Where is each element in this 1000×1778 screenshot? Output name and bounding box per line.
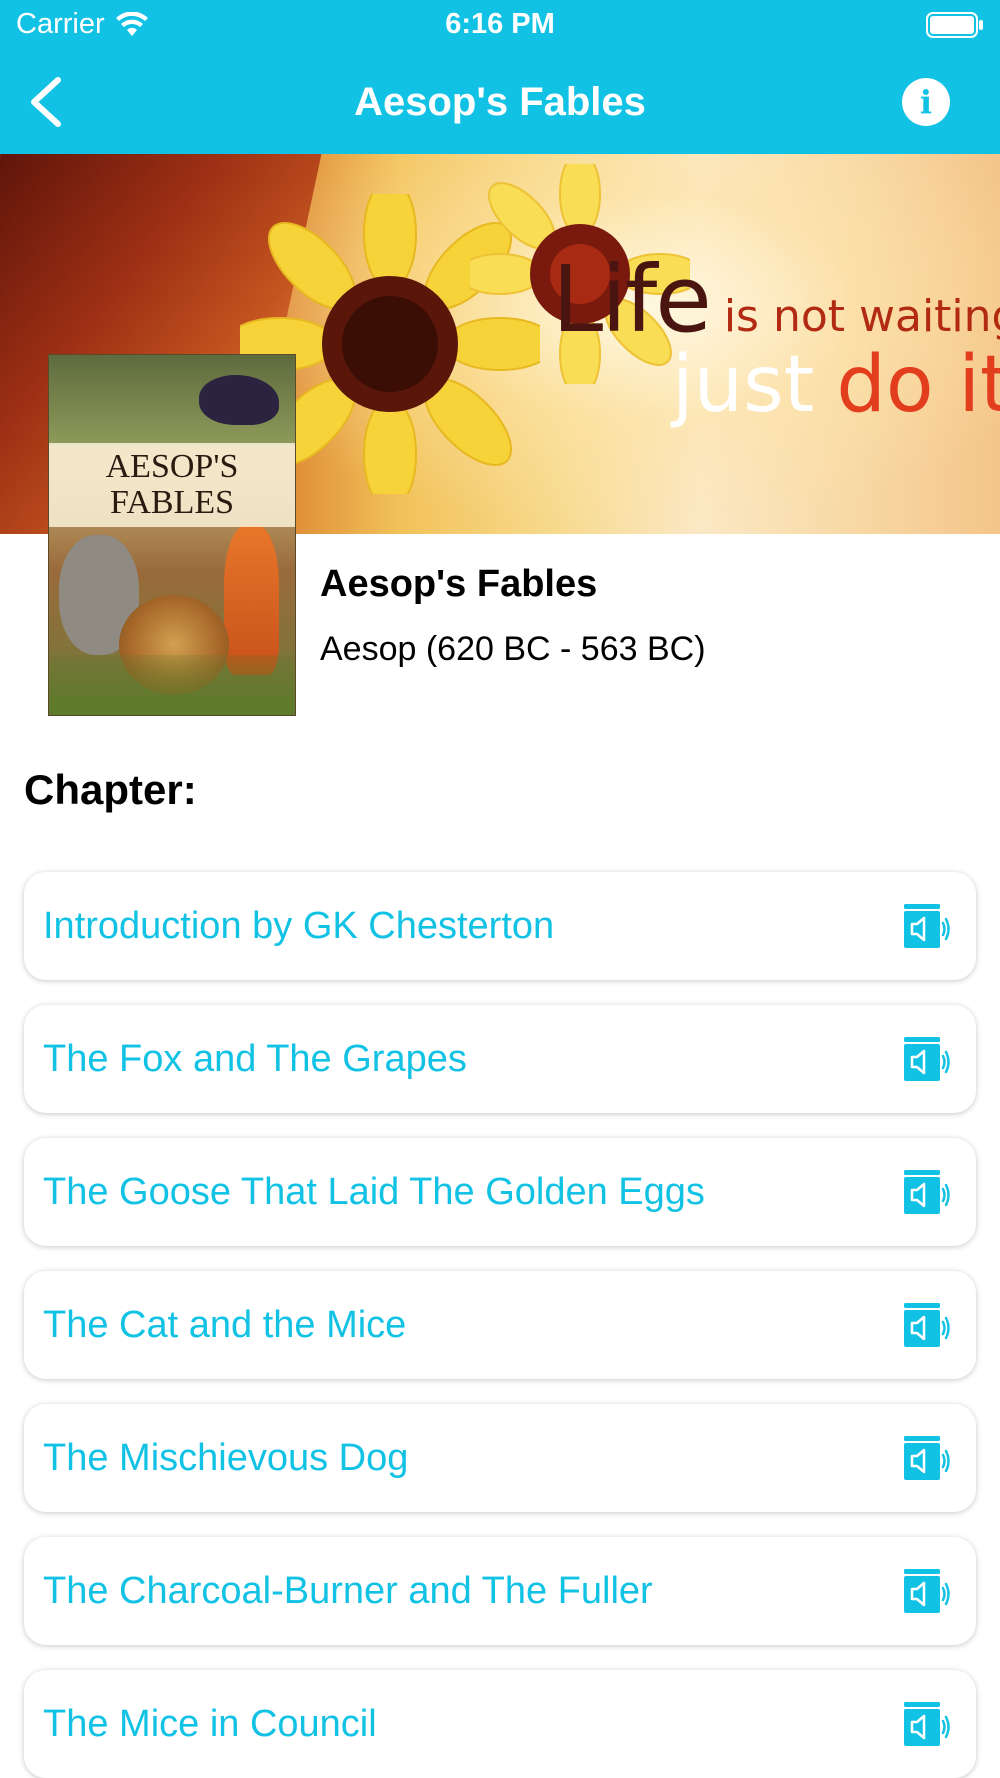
chapter-label: Introduction by GK Chesterton bbox=[43, 905, 555, 947]
status-time: 6:16 PM bbox=[445, 8, 555, 40]
audio-book-icon[interactable] bbox=[902, 1035, 950, 1083]
cover-raven bbox=[199, 375, 279, 425]
chapter-item[interactable]: The Fox and The Grapes bbox=[24, 1005, 976, 1113]
chapter-item[interactable]: The Charcoal-Burner and The Fuller bbox=[24, 1537, 976, 1645]
cover-grass bbox=[49, 655, 295, 715]
audio-book-icon[interactable] bbox=[902, 1434, 950, 1482]
chapter-list: Introduction by GK Chesterton The Fox and… bbox=[24, 872, 976, 1778]
chapter-item[interactable]: The Mischievous Dog bbox=[24, 1404, 976, 1512]
chapter-item[interactable]: The Mice in Council bbox=[24, 1670, 976, 1778]
cover-title-line1: AESOP'S bbox=[105, 448, 239, 485]
cover-fox bbox=[224, 525, 279, 675]
book-title: Aesop's Fables bbox=[320, 563, 598, 605]
page-title: Aesop's Fables bbox=[354, 80, 646, 124]
banner-quote-line1: Life is not waiting bbox=[552, 246, 1000, 353]
chapter-label: The Mice in Council bbox=[43, 1703, 377, 1745]
banner-quote-do-it: do it! bbox=[836, 340, 1000, 430]
audio-book-icon[interactable] bbox=[902, 902, 950, 950]
chapter-item[interactable]: The Goose That Laid The Golden Eggs bbox=[24, 1138, 976, 1246]
audio-book-icon[interactable] bbox=[902, 1168, 950, 1216]
cover-title: AESOP'S FABLES bbox=[49, 443, 295, 527]
info-icon[interactable]: i bbox=[902, 78, 950, 126]
chapter-label: The Charcoal-Burner and The Fuller bbox=[43, 1570, 653, 1612]
cover-title-line2: FABLES bbox=[109, 484, 235, 521]
banner-quote-line2: just do it! bbox=[672, 340, 1000, 430]
battery-icon bbox=[926, 12, 983, 38]
banner-quote-life: Life bbox=[552, 246, 712, 353]
chapter-label: The Cat and the Mice bbox=[43, 1304, 407, 1346]
chapter-heading: Chapter: bbox=[24, 766, 197, 813]
chapter-label: The Mischievous Dog bbox=[43, 1437, 409, 1479]
navigation-bar: Aesop's Fables i bbox=[0, 50, 1000, 154]
banner-quote-waiting: is not waiting bbox=[723, 291, 1000, 342]
book-cover: AESOP'S FABLES bbox=[48, 354, 296, 716]
chapter-item[interactable]: The Cat and the Mice bbox=[24, 1271, 976, 1379]
chapter-label: The Fox and The Grapes bbox=[43, 1038, 467, 1080]
audio-book-icon[interactable] bbox=[902, 1301, 950, 1349]
chapter-item[interactable]: Introduction by GK Chesterton bbox=[24, 872, 976, 980]
banner-quote-just: just bbox=[672, 340, 815, 430]
status-bar: Carrier 6:16 PM bbox=[0, 0, 1000, 50]
top-bar: Carrier 6:16 PM Aesop's Fables i bbox=[0, 0, 1000, 154]
audio-book-icon[interactable] bbox=[902, 1567, 950, 1615]
chapter-label: The Goose That Laid The Golden Eggs bbox=[43, 1171, 705, 1213]
audio-book-icon[interactable] bbox=[902, 1700, 950, 1748]
book-author: Aesop (620 BC - 563 BC) bbox=[320, 630, 706, 668]
